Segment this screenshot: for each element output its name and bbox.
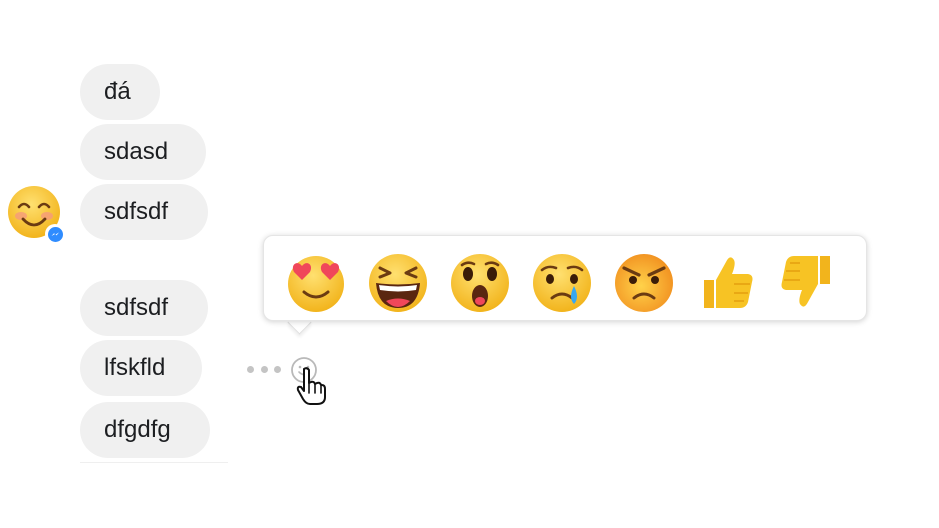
message-text: đá [104,78,131,105]
divider [80,462,228,463]
reaction-like[interactable] [694,250,758,314]
reaction-picker [263,235,867,321]
reaction-love[interactable] [284,250,348,314]
message-bubble[interactable]: dfgdfg [80,402,210,458]
message-bubble[interactable]: lfskfld [80,340,202,396]
message-text: lfskfld [104,354,166,381]
laughing-emoji-icon [369,254,427,312]
message-bubble[interactable]: sdfsdf [80,184,208,240]
reaction-dislike[interactable] [776,250,840,314]
messenger-badge-icon [45,224,65,244]
message-text: dfgdfg [104,416,171,443]
reaction-wow[interactable] [448,250,512,314]
heart-eyes-emoji-icon [288,256,344,312]
angry-emoji-icon [615,254,673,312]
surprised-emoji-icon [451,254,509,312]
more-options-icon[interactable] [247,363,281,375]
message-text: sdasd [104,138,169,165]
message-bubble[interactable]: đá [80,64,160,120]
message-bubble[interactable]: sdfsdf [80,280,208,336]
hand-pointer-cursor-icon [295,366,327,406]
reaction-sad[interactable] [530,250,594,314]
message-text: sdfsdf [104,198,169,225]
reaction-haha[interactable] [366,250,430,314]
message-bubble[interactable]: sdasd [80,124,206,180]
reaction-angry[interactable] [612,250,676,314]
crying-emoji-icon [533,254,591,312]
thumbs-up-emoji-icon [704,257,753,308]
message-text: sdfsdf [104,294,169,321]
thumbs-down-emoji-icon [781,256,830,307]
